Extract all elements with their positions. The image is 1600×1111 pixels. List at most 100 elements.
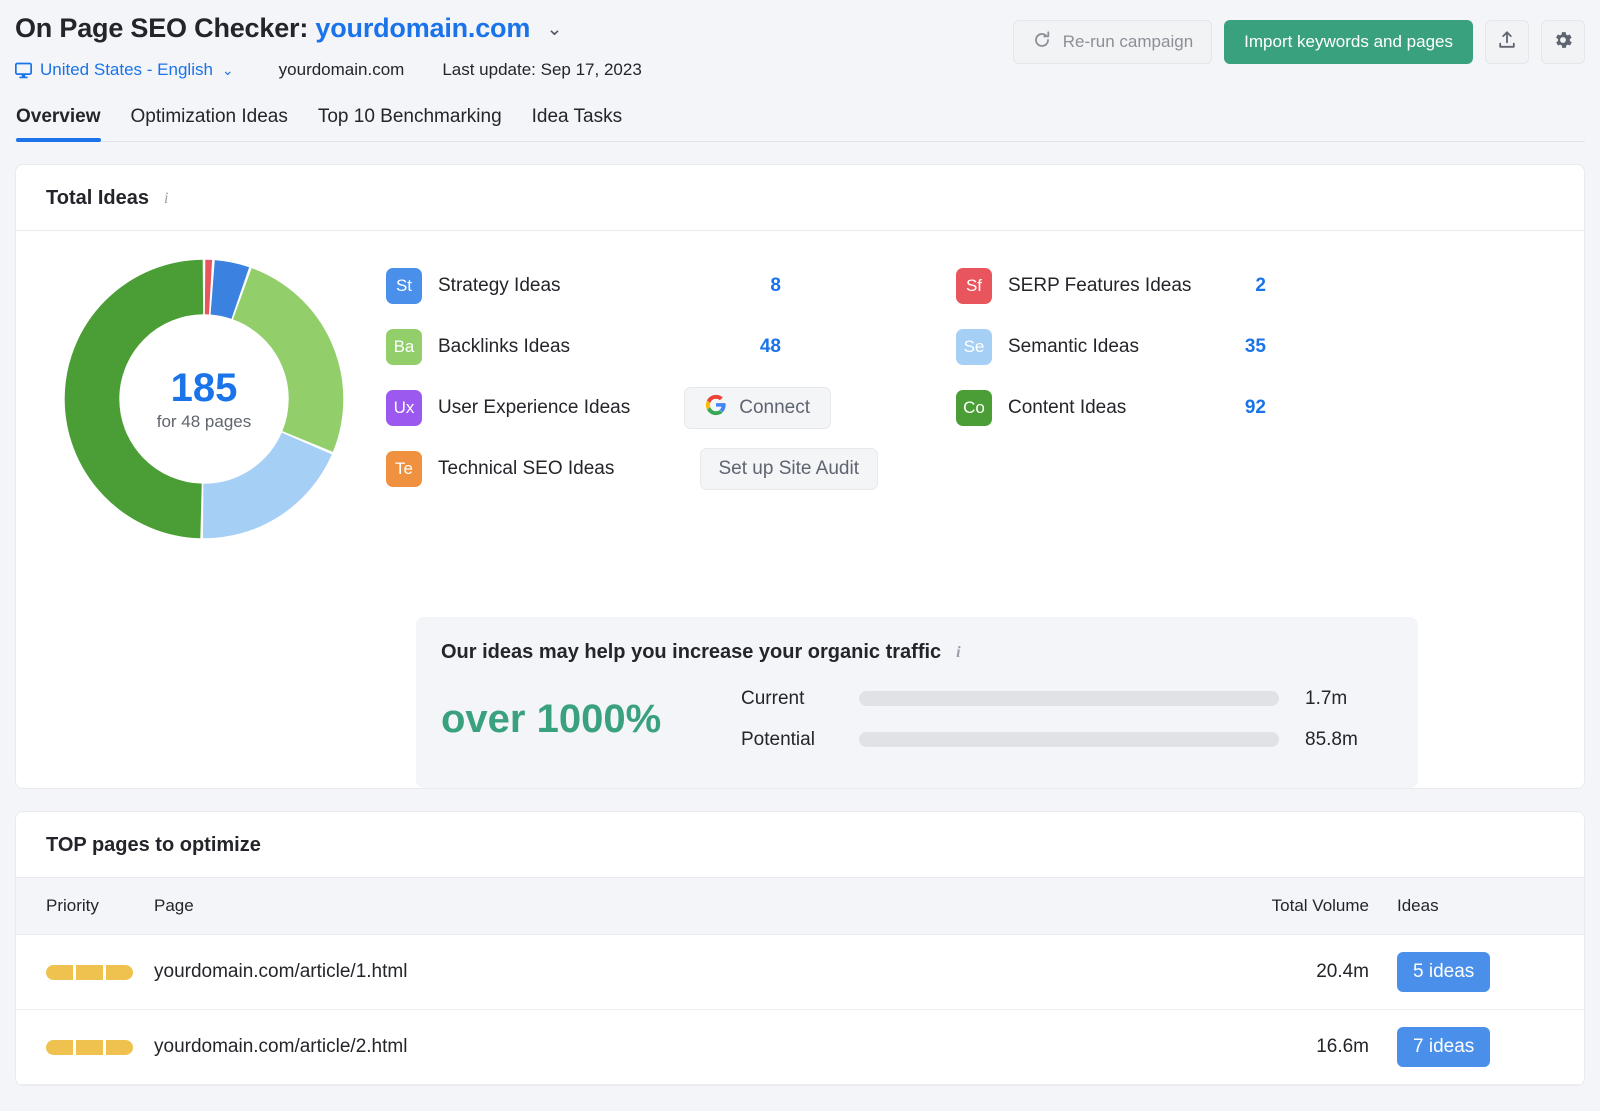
header-actions: Re-run campaign Import keywords and page… bbox=[1013, 10, 1585, 64]
locale-selector[interactable]: United States - English ⌄ bbox=[15, 60, 234, 80]
donut-segment[interactable] bbox=[213, 287, 241, 293]
export-button[interactable] bbox=[1485, 20, 1529, 64]
page-title-domain[interactable]: yourdomain.com bbox=[315, 13, 530, 43]
backlinks-ideas-tag-icon: Ba bbox=[386, 329, 422, 365]
tab-overview[interactable]: Overview bbox=[16, 106, 101, 141]
user-experience-ideas-tag-icon: Ux bbox=[386, 390, 422, 426]
legend-label: Backlinks Ideas bbox=[438, 336, 570, 358]
ideas-badge[interactable]: 5 ideas bbox=[1397, 952, 1490, 992]
subheader: United States - English ⌄ yourdomain.com… bbox=[15, 60, 1013, 80]
legend-label: Strategy Ideas bbox=[438, 275, 561, 297]
import-keywords-button[interactable]: Import keywords and pages bbox=[1224, 20, 1473, 64]
legend-item-content-ideas[interactable]: Co Content Ideas 92 bbox=[956, 377, 1376, 438]
tab-optimization-ideas[interactable]: Optimization Ideas bbox=[131, 106, 288, 141]
ideas-badge[interactable]: 7 ideas bbox=[1397, 1027, 1490, 1067]
tab-idea-tasks[interactable]: Idea Tasks bbox=[532, 106, 622, 141]
legend-item-strategy-ideas[interactable]: St Strategy Ideas 8 bbox=[386, 255, 956, 316]
donut-segment[interactable] bbox=[203, 444, 307, 511]
re-run-campaign-label: Re-run campaign bbox=[1063, 32, 1193, 52]
legend-item-technical-seo-ideas[interactable]: Te Technical SEO Ideas Set up Site Audit bbox=[386, 438, 956, 499]
chevron-down-icon[interactable]: ⌄ bbox=[546, 12, 562, 48]
priority-segment bbox=[76, 1040, 103, 1055]
bar-label: Potential bbox=[741, 729, 859, 751]
top-pages-table-header: Priority Page Total Volume Ideas bbox=[16, 878, 1584, 935]
legend-value[interactable]: 8 bbox=[770, 275, 781, 297]
chevron-down-icon: ⌄ bbox=[222, 62, 234, 79]
ideas-cell: 5 ideas bbox=[1369, 952, 1584, 992]
monitor-icon bbox=[15, 62, 32, 79]
legend-label: User Experience Ideas bbox=[438, 397, 630, 419]
priority-segment bbox=[46, 1040, 73, 1055]
last-update-label: Last update: Sep 17, 2023 bbox=[442, 60, 641, 80]
table-row[interactable]: yourdomain.com/article/1.html 20.4m 5 id… bbox=[16, 935, 1584, 1010]
legend-item-semantic-ideas[interactable]: Se Semantic Ideas 35 bbox=[956, 316, 1376, 377]
legend-label: Content Ideas bbox=[1008, 397, 1126, 419]
title-block: On Page SEO Checker: yourdomain.com ⌄ Un… bbox=[15, 10, 1013, 80]
legend-label: Technical SEO Ideas bbox=[438, 458, 614, 480]
on-page-seo-checker-page: On Page SEO Checker: yourdomain.com ⌄ Un… bbox=[0, 0, 1600, 1111]
traffic-bar-potential: Potential 85.8m bbox=[741, 719, 1388, 760]
traffic-bars: Current 1.7m Potential 85.8m bbox=[741, 678, 1388, 760]
tab-top-10-benchmarking[interactable]: Top 10 Benchmarking bbox=[318, 106, 502, 141]
legend-item-serp-features-ideas[interactable]: Sf SERP Features Ideas 2 bbox=[956, 255, 1376, 316]
top-pages-title: TOP pages to optimize bbox=[46, 834, 261, 857]
organic-traffic-percent: over 1000% bbox=[441, 697, 741, 742]
top-pages-header: TOP pages to optimize bbox=[16, 812, 1584, 878]
legend-item-backlinks-ideas[interactable]: Ba Backlinks Ideas 48 bbox=[386, 316, 956, 377]
table-row[interactable]: yourdomain.com/article/2.html 16.6m 7 id… bbox=[16, 1010, 1584, 1085]
re-run-campaign-button[interactable]: Re-run campaign bbox=[1013, 20, 1212, 64]
priority-segment bbox=[76, 965, 103, 980]
google-connect-button[interactable]: Connect bbox=[684, 387, 831, 429]
top-pages-card: TOP pages to optimize Priority Page Tota… bbox=[15, 811, 1585, 1086]
legend-column-left: St Strategy Ideas 8 Ba Backlinks Ideas 4… bbox=[386, 255, 956, 499]
donut-segment[interactable] bbox=[242, 294, 316, 442]
column-header-ideas[interactable]: Ideas bbox=[1369, 896, 1584, 916]
tab-bar: Overview Optimization Ideas Top 10 Bench… bbox=[15, 106, 1585, 142]
total-ideas-body: 185 for 48 pages St Strategy Ideas 8 Ba bbox=[16, 231, 1584, 589]
priority-indicator bbox=[46, 965, 136, 980]
total-ideas-card: Total Ideas i 185 for 48 pages St bbox=[15, 164, 1585, 789]
semantic-ideas-tag-icon: Se bbox=[956, 329, 992, 365]
legend-label: Semantic Ideas bbox=[1008, 336, 1139, 358]
ideas-cell: 7 ideas bbox=[1369, 1027, 1584, 1067]
legend-value[interactable]: 2 bbox=[1255, 275, 1266, 297]
upload-icon bbox=[1496, 29, 1518, 56]
serp-features-ideas-tag-icon: Sf bbox=[956, 268, 992, 304]
ideas-legend: St Strategy Ideas 8 Ba Backlinks Ideas 4… bbox=[386, 249, 1554, 559]
page-header: On Page SEO Checker: yourdomain.com ⌄ Un… bbox=[15, 0, 1585, 80]
priority-indicator bbox=[46, 1040, 136, 1055]
priority-cell bbox=[16, 965, 136, 980]
traffic-bar-current: Current 1.7m bbox=[741, 678, 1388, 719]
column-header-page[interactable]: Page bbox=[136, 896, 1189, 916]
page-title: On Page SEO Checker: yourdomain.com ⌄ bbox=[15, 10, 1013, 48]
settings-button[interactable] bbox=[1541, 20, 1585, 64]
column-header-total-volume[interactable]: Total Volume bbox=[1189, 896, 1369, 916]
bar-value: 85.8m bbox=[1305, 729, 1358, 751]
total-ideas-header: Total Ideas i bbox=[16, 165, 1584, 231]
organic-traffic-panel: Our ideas may help you increase your org… bbox=[416, 617, 1418, 788]
legend-value[interactable]: 48 bbox=[760, 336, 781, 358]
info-icon[interactable]: i bbox=[164, 190, 168, 208]
legend-value[interactable]: 35 bbox=[1245, 336, 1266, 358]
legend-value[interactable]: 92 bbox=[1245, 397, 1266, 419]
donut-segment[interactable] bbox=[92, 287, 203, 511]
refresh-icon bbox=[1032, 30, 1052, 55]
technical-seo-ideas-tag-icon: Te bbox=[386, 451, 422, 487]
ideas-donut-chart: 185 for 48 pages bbox=[46, 249, 386, 559]
bar-label: Current bbox=[741, 688, 859, 710]
total-volume-value: 16.6m bbox=[1189, 1036, 1369, 1058]
page-url[interactable]: yourdomain.com/article/1.html bbox=[136, 961, 1189, 983]
set-up-site-audit-button[interactable]: Set up Site Audit bbox=[700, 448, 879, 490]
legend-column-right: Sf SERP Features Ideas 2 Se Semantic Ide… bbox=[956, 255, 1376, 499]
strategy-ideas-tag-icon: St bbox=[386, 268, 422, 304]
column-header-priority[interactable]: Priority bbox=[16, 896, 136, 916]
priority-segment bbox=[46, 965, 73, 980]
info-icon[interactable]: i bbox=[956, 644, 960, 662]
total-ideas-title: Total Ideas bbox=[46, 187, 149, 210]
legend-item-user-experience-ideas[interactable]: Ux User Experience Ideas bbox=[386, 377, 956, 438]
priority-segment bbox=[106, 965, 133, 980]
page-url[interactable]: yourdomain.com/article/2.html bbox=[136, 1036, 1189, 1058]
gear-icon bbox=[1552, 29, 1574, 56]
page-title-prefix: On Page SEO Checker: bbox=[15, 13, 308, 43]
donut-svg bbox=[64, 259, 344, 539]
